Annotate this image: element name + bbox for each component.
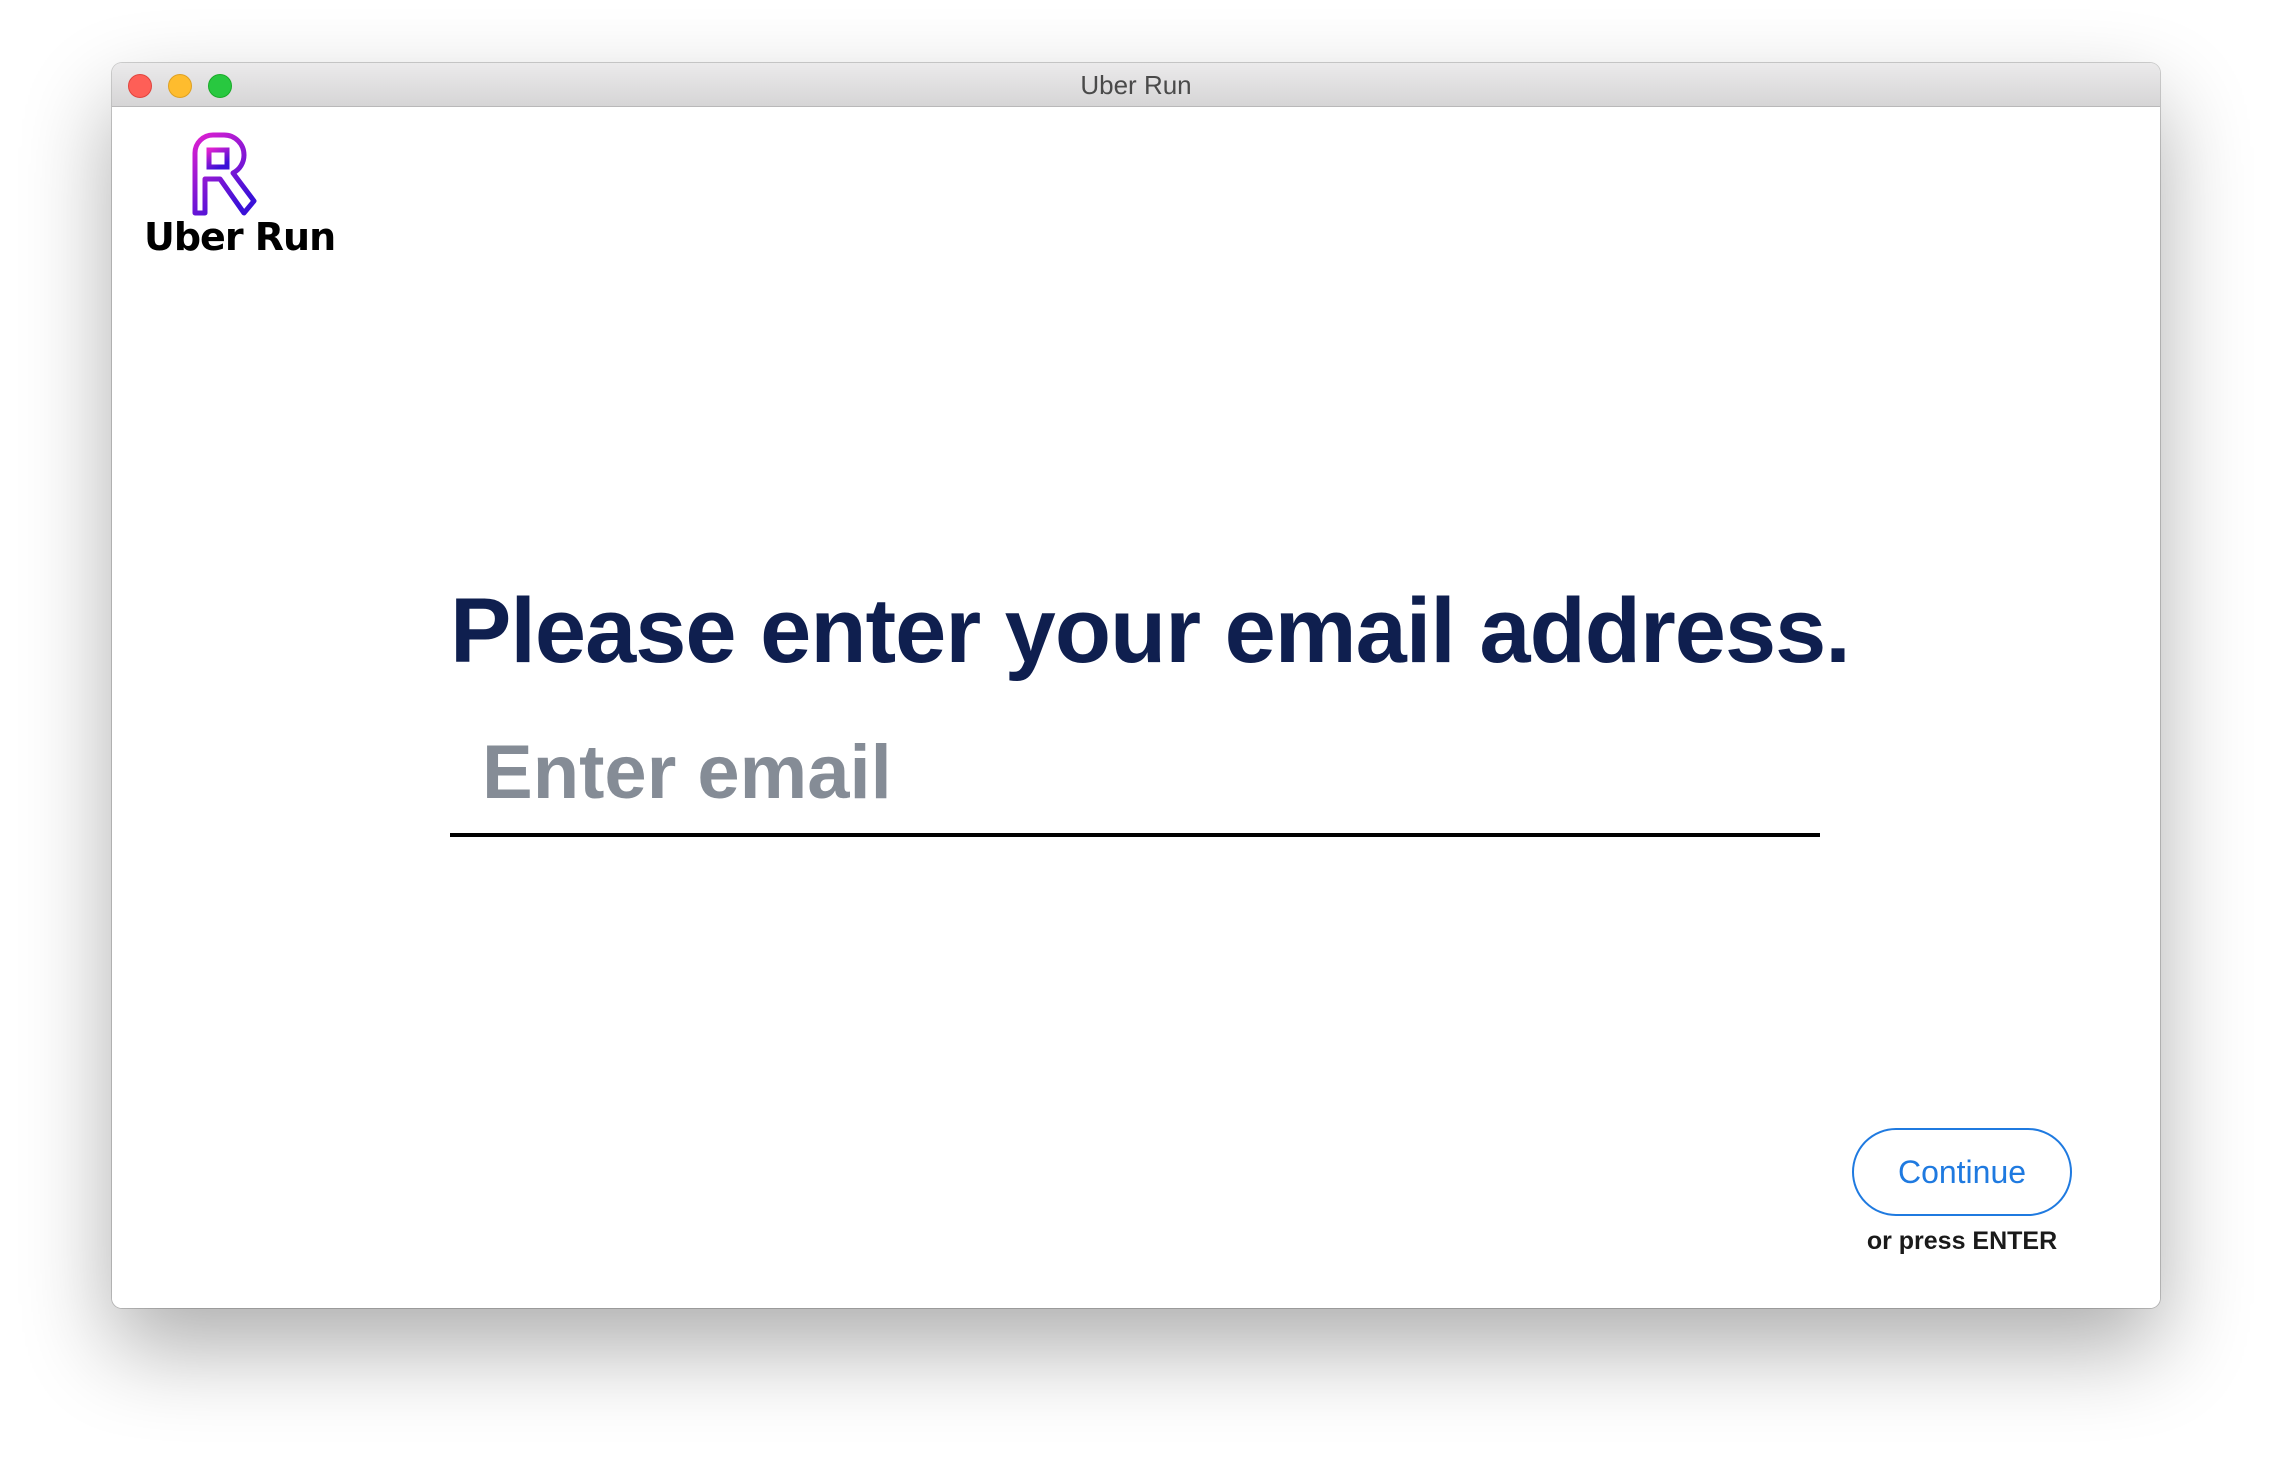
logo-text: Uber Run [144, 215, 336, 259]
enter-key-hint: or press ENTER [1866, 1227, 2058, 1255]
uber-run-r-icon [192, 132, 257, 216]
main-content: Uber Run Please enter your email address… [112, 107, 2160, 1308]
title-bar[interactable]: Uber Run [112, 63, 2160, 107]
app-window: Uber Run Uber Run Please enter your emai… [112, 63, 2160, 1308]
page-heading: Please enter your email address. [450, 580, 1851, 682]
email-field[interactable] [450, 711, 1820, 837]
continue-button[interactable]: Continue [1852, 1128, 2072, 1216]
window-title: Uber Run [1080, 70, 1192, 100]
app-logo: Uber Run [140, 131, 336, 261]
